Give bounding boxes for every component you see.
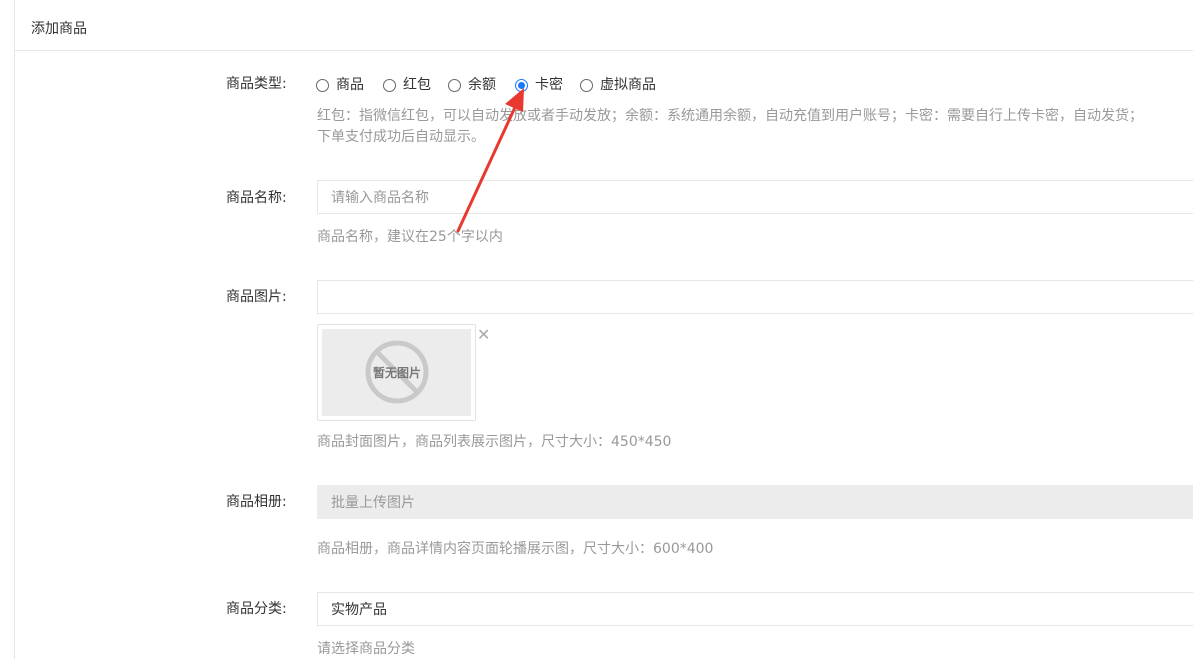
product-name-placeholder: 请输入商品名称	[331, 190, 429, 206]
product-category-label: 商品分类:	[226, 601, 287, 617]
radio-circle[interactable]	[580, 78, 593, 92]
radio-label: 卡密	[535, 77, 563, 93]
radio-label: 虚拟商品	[600, 77, 656, 93]
product-type-help-line2: 下单支付成功后自动显示。	[317, 129, 485, 145]
add-product-panel: 添加商品	[14, 0, 1193, 659]
radio-virtual-product[interactable]: 虚拟商品	[580, 74, 656, 96]
radio-label: 商品	[336, 77, 364, 93]
no-image-text: 暂无图片	[373, 365, 421, 380]
no-image-placeholder: 暂无图片	[322, 329, 471, 416]
product-album-label: 商品相册:	[226, 494, 287, 510]
radio-label: 余额	[468, 77, 496, 93]
product-name-label: 商品名称:	[226, 190, 287, 206]
panel-title: 添加商品	[31, 21, 87, 37]
product-type-help-line1: 红包：指微信红包，可以自动发放或者手动发放；余额：系统通用余额，自动充值到用户账…	[317, 108, 1143, 124]
product-album-help: 商品相册，商品详情内容页面轮播展示图，尺寸大小：600*400	[317, 541, 714, 557]
close-icon[interactable]: ✕	[477, 326, 490, 344]
product-image-help: 商品封面图片，商品列表展示图片，尺寸大小：450*450	[317, 434, 672, 450]
product-image-thumbnail[interactable]: 暂无图片	[317, 324, 476, 421]
batch-upload-button[interactable]: 批量上传图片	[317, 485, 1193, 519]
product-category-select[interactable]: 实物产品	[317, 592, 1193, 626]
radio-balance[interactable]: 余额	[448, 74, 496, 96]
radio-product[interactable]: 商品	[316, 74, 364, 96]
batch-upload-label: 批量上传图片	[331, 495, 415, 511]
product-type-label: 商品类型:	[226, 76, 287, 92]
product-name-help: 商品名称，建议在25个字以内	[317, 229, 503, 245]
radio-circle-selected[interactable]	[515, 78, 528, 92]
radio-circle[interactable]	[448, 78, 461, 92]
radio-card-secret[interactable]: 卡密	[515, 74, 563, 96]
radio-label: 红包	[403, 77, 431, 93]
product-name-input[interactable]: 请输入商品名称	[317, 180, 1193, 214]
panel-header: 添加商品	[15, 0, 1193, 51]
radio-circle[interactable]	[383, 78, 396, 92]
product-image-input[interactable]	[317, 280, 1193, 314]
no-image-icon: 暂无图片	[365, 340, 429, 404]
product-category-value: 实物产品	[331, 602, 387, 618]
radio-circle[interactable]	[316, 78, 329, 92]
radio-red-packet[interactable]: 红包	[383, 74, 431, 96]
product-category-help: 请选择商品分类	[317, 641, 415, 657]
product-image-label: 商品图片:	[226, 289, 287, 305]
